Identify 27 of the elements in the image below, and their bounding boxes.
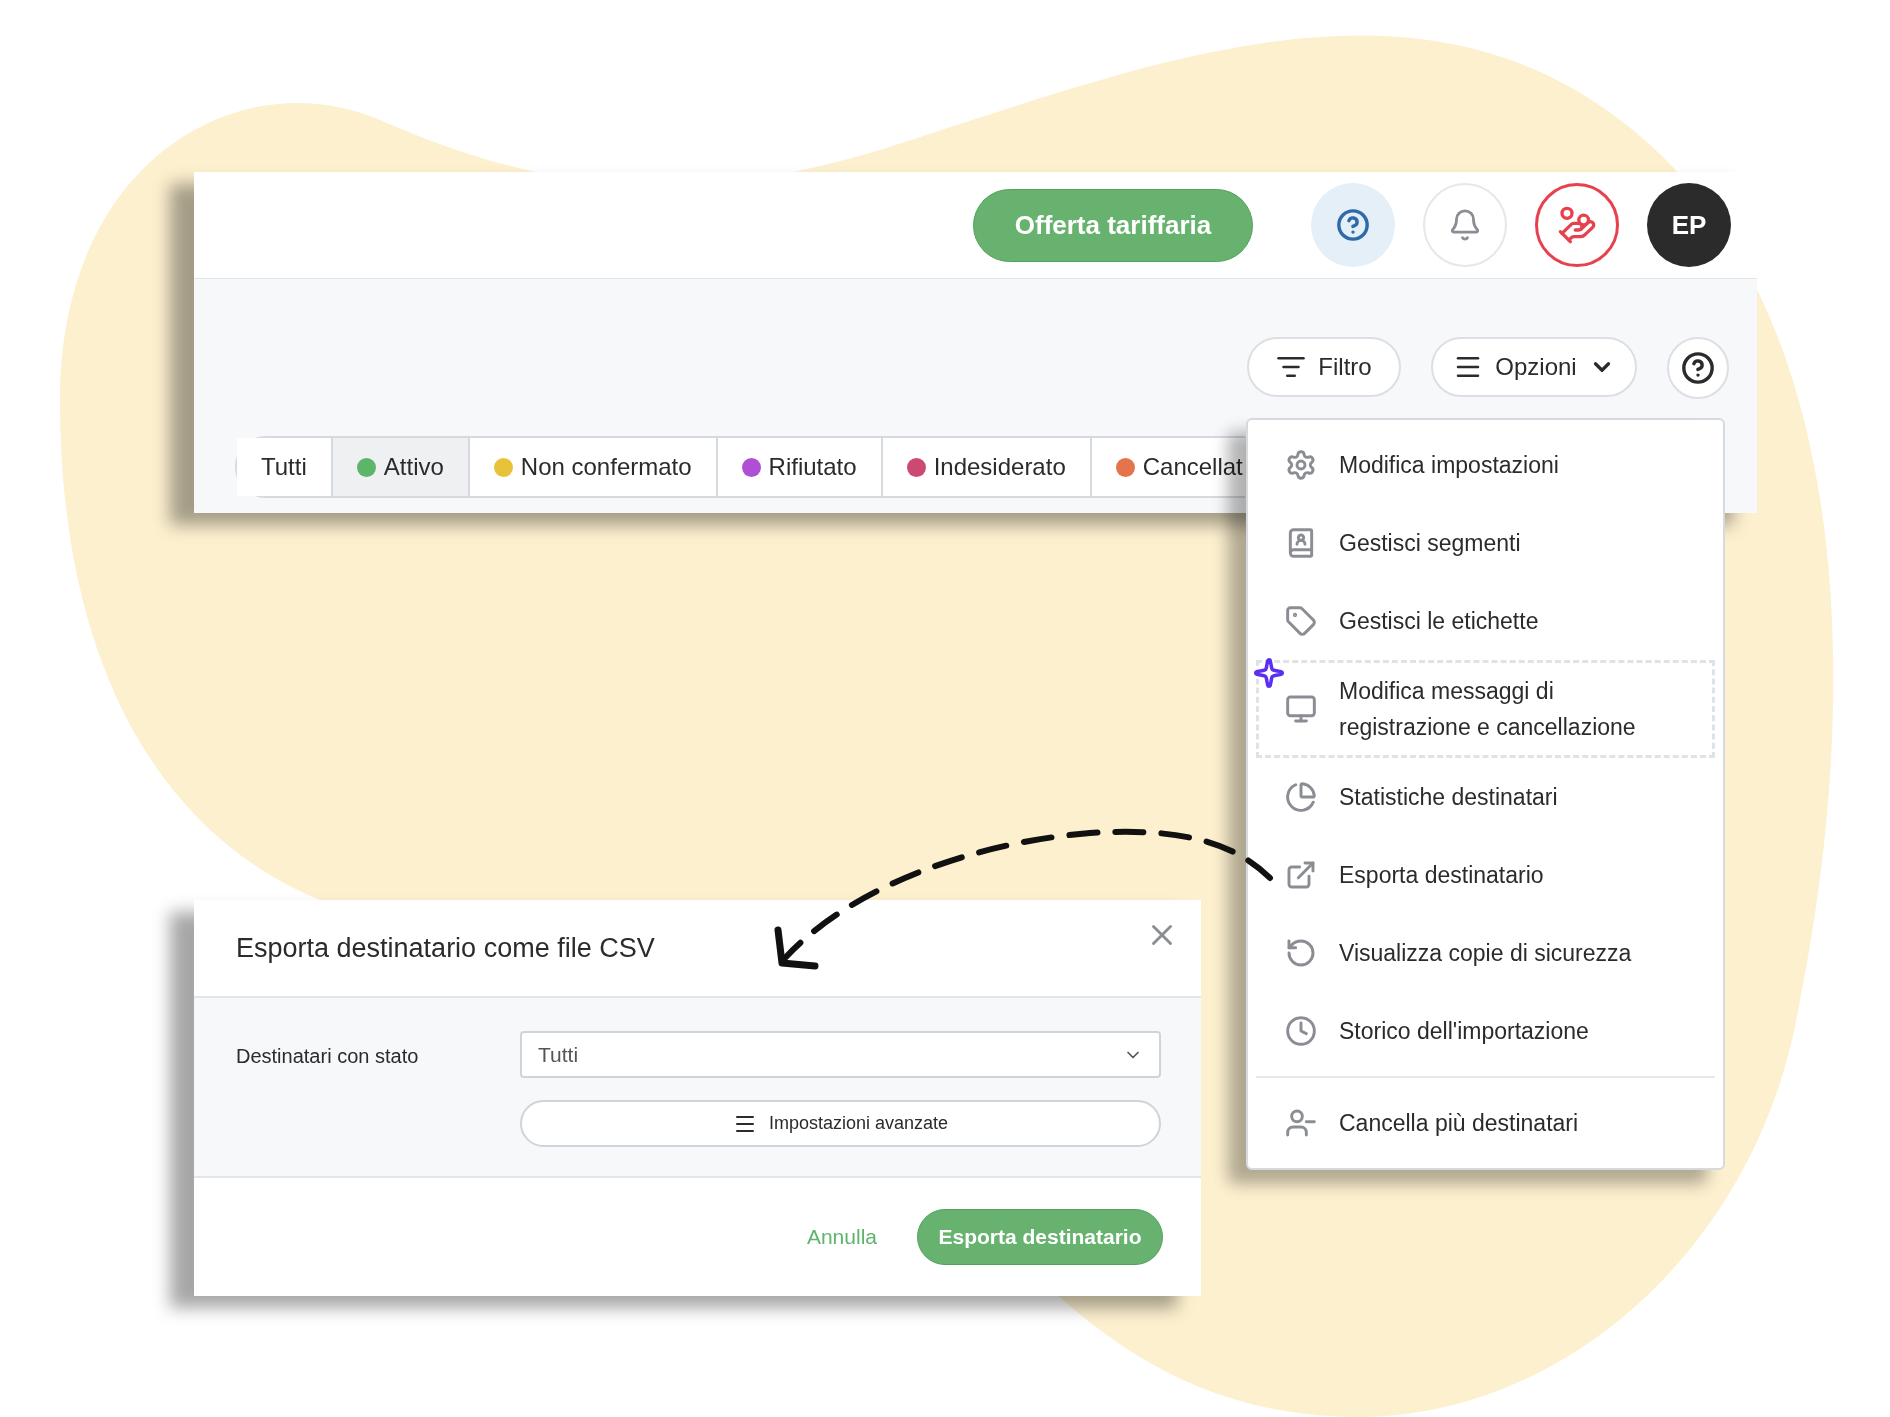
sparkle-icon [1253,657,1285,689]
tag-icon [1285,605,1317,637]
menu-item[interactable]: Gestisci le etichette [1256,582,1715,660]
menu-item[interactable]: Visualizza copie di sicurezza [1256,914,1715,992]
status-tab[interactable]: Cancellat [1089,438,1245,496]
user-minus-icon [1285,1107,1317,1139]
export-icon [1285,859,1317,891]
menu-item[interactable]: Modifica impostazioni [1256,426,1715,504]
pie-chart-icon [1285,781,1317,813]
field-label: Destinatari con stato [236,1044,420,1069]
avatar[interactable]: EP [1647,183,1731,267]
clock-icon [1285,1015,1317,1047]
status-select[interactable]: Tutti [520,1031,1161,1078]
filter-button[interactable]: Filtro [1247,337,1401,397]
gear-icon [1285,449,1317,481]
dialog-title: Esporta destinatario come file CSV [236,931,655,965]
menu-item[interactable]: Gestisci segmenti [1256,504,1715,582]
restore-icon [1285,937,1317,969]
advanced-settings-button[interactable]: Impostazioni avanzate [520,1100,1161,1147]
menu-item[interactable]: Storico dell'importazione [1256,992,1715,1070]
menu-item[interactable]: Esporta destinatario [1256,836,1715,914]
menu-item[interactable]: Statistiche destinatari [1256,758,1715,836]
monitor-icon [1285,693,1317,725]
options-button[interactable]: Opzioni [1431,337,1637,397]
menu-item[interactable]: Modifica messaggi di registrazione e cancellazione [1256,660,1715,758]
menu-item[interactable]: Cancella più destinatari [1256,1084,1715,1162]
status-tab[interactable]: Attivo [330,438,468,496]
